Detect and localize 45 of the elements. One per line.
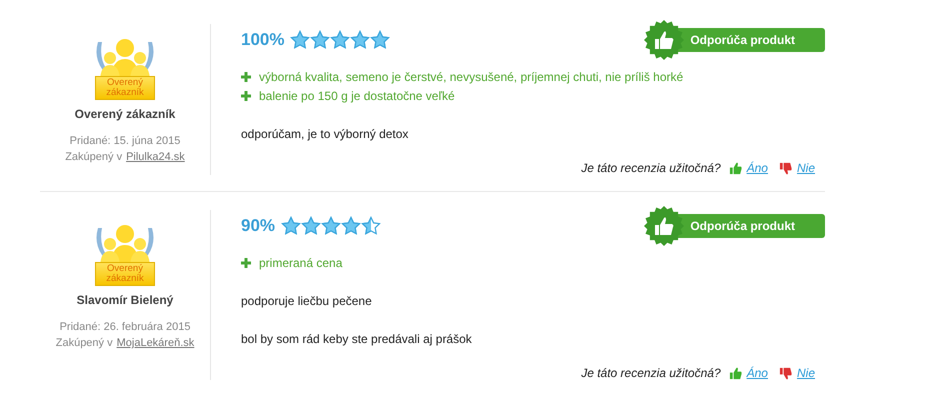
purchased-label: Zakúpený v bbox=[56, 337, 113, 349]
plus-icon bbox=[241, 258, 251, 268]
added-date: Pridané: 26. februára 2015 bbox=[60, 321, 190, 333]
shop-link[interactable]: MojaLekáreň.sk bbox=[116, 337, 194, 349]
star-icon bbox=[330, 30, 350, 50]
thumbs-up-icon[interactable] bbox=[728, 162, 742, 174]
not-helpful-link[interactable]: Nie bbox=[796, 366, 815, 380]
rating-percent: 90% bbox=[241, 216, 276, 236]
review-text: podporuje liečbu pečene bbox=[241, 294, 373, 308]
helpful-link[interactable]: Áno bbox=[746, 366, 768, 380]
thumbs-up-seal-icon bbox=[644, 20, 684, 60]
review-text: bol by som rád keby ste predávali aj prášok bbox=[241, 332, 473, 346]
helpful-link[interactable]: Áno bbox=[746, 161, 768, 175]
pro-item: balenie po 150 g je dostatočne veľké bbox=[259, 89, 455, 103]
plus-icon bbox=[241, 72, 251, 82]
purchased-label: Zakúpený v bbox=[65, 151, 122, 163]
pro-item: výborná kvalita, semeno je čerstvé, nevysušené, príjemnej chuti, nie príliš horké bbox=[259, 70, 684, 84]
star-icon bbox=[301, 216, 322, 236]
thumbs-down-icon[interactable] bbox=[778, 366, 792, 380]
star-icon bbox=[290, 30, 310, 50]
not-helpful-link[interactable]: Nie bbox=[796, 161, 815, 175]
star-icon bbox=[310, 30, 330, 50]
star-icon bbox=[321, 216, 342, 236]
shop-link[interactable]: Pilulka24.sk bbox=[126, 151, 185, 163]
badge-text: zákazník bbox=[106, 88, 144, 98]
star-icon bbox=[361, 216, 382, 236]
thumbs-up-seal-icon bbox=[644, 206, 684, 246]
added-date: Pridané: 15. júna 2015 bbox=[70, 135, 180, 147]
plus-icon bbox=[241, 91, 251, 101]
star-icon bbox=[281, 216, 302, 236]
star-icon bbox=[341, 216, 362, 236]
thumbs-down-icon[interactable] bbox=[778, 162, 792, 174]
rating-percent: 100% bbox=[241, 30, 284, 50]
helpful-question: Je táto recenzia užitočná? bbox=[581, 366, 721, 380]
pro-item: primeraná cena bbox=[259, 256, 342, 270]
badge-text: Overený bbox=[107, 78, 143, 88]
author-name: Overený zákazník bbox=[74, 107, 176, 121]
star-icon bbox=[370, 30, 390, 50]
star-icon bbox=[350, 30, 370, 50]
badge-text: Overený bbox=[107, 264, 143, 274]
thumbs-up-icon[interactable] bbox=[728, 366, 742, 380]
review-text: odporúčam, je to výborný detox bbox=[241, 127, 410, 141]
author-name: Slavomír Bielený bbox=[76, 293, 174, 307]
badge-text: zákazník bbox=[106, 274, 144, 284]
helpful-question: Je táto recenzia užitočná? bbox=[581, 161, 721, 175]
